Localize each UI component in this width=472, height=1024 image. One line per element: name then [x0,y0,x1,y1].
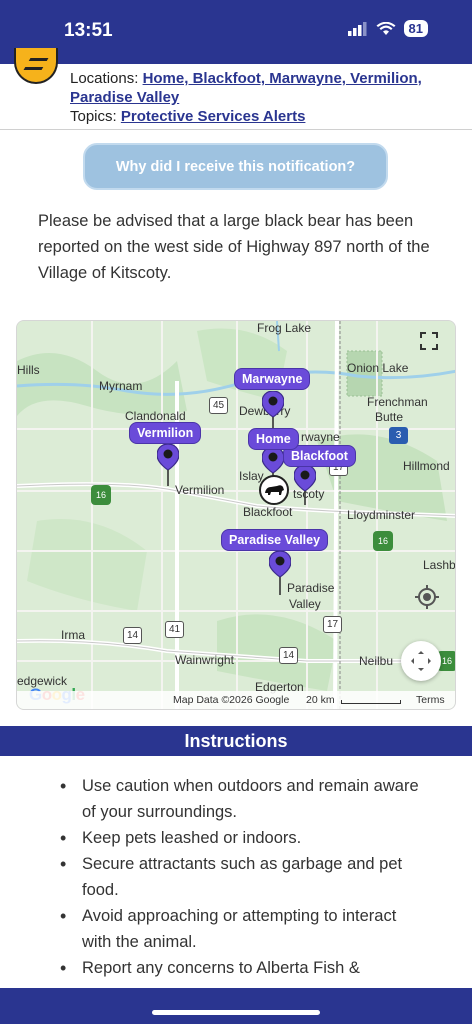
map-scale-bar [341,700,401,704]
status-bar: 13:51 81 [0,0,472,64]
highway-16-east: 16 [373,531,393,551]
pin-vermilion[interactable] [157,444,179,486]
place-frog-lake: Frog Lake [257,321,312,335]
status-icons: 81 [347,20,428,37]
pin-marwayne[interactable] [262,391,284,431]
place-irma: Irma [61,628,85,642]
topics-link[interactable]: Protective Services Alerts [121,108,306,125]
battery-indicator: 81 [403,20,428,37]
topics-label: Topics: [70,108,117,125]
place-marwayne: rwayne [301,430,340,444]
place-blackfoot: Blackfoot [243,505,293,519]
fullscreen-icon [420,332,438,350]
location-target-icon [415,585,439,609]
place-lashburn: Lashb [423,558,456,572]
pin-paradise-valley[interactable] [269,551,291,595]
signal-icon [347,21,367,36]
my-location-button[interactable] [413,583,441,611]
instructions-list: Use caution when outdoors and remain awa… [60,773,430,981]
place-frenchman: Frenchman [367,395,428,409]
pin-label-home[interactable]: Home [248,428,299,450]
pan-arrows-icon [411,651,431,671]
wifi-icon [376,21,396,35]
instruction-item: Secure attractants such as garbage and p… [60,851,430,903]
alert-map[interactable]: Frog Lake Onion Lake Hills Myrnam Clando… [16,320,456,710]
instruction-item: Keep pets leashed or indoors. [60,825,430,851]
map-data-attribution: Map Data ©2026 Google [173,694,290,706]
pin-label-paradise-valley[interactable]: Paradise Valley [221,529,329,551]
locations-link-paradise-valley[interactable]: Paradise Valley [70,89,179,106]
highway-45: 45 [209,397,228,414]
place-onion-lake: Onion Lake [347,361,409,375]
locations-line: Locations: Home, Blackfoot, Marwayne, Ve… [70,70,422,87]
place-paradise: Paradise [287,581,335,595]
notification-meta: Locations: Home, Blackfoot, Marwayne, Ve… [0,48,472,130]
map-pan-button[interactable] [401,641,441,681]
topics-line: Topics: Protective Services Alerts [70,108,305,125]
highway-3: 3 [389,427,408,444]
pin-label-marwayne[interactable]: Marwayne [234,368,311,390]
map-scale-label: 20 km [306,694,335,706]
highway-14-west: 14 [123,627,142,644]
place-hillmond: Hillmond [403,459,450,473]
instruction-item: Report any concerns to Alberta Fish & [60,955,430,981]
alert-message: Please be advised that a large black bea… [38,212,430,282]
place-butte: Butte [375,410,404,424]
pin-blackfoot[interactable] [294,465,316,505]
place-valley: Valley [289,597,321,611]
place-neilburg: Neilbu [359,654,394,668]
highway-41: 41 [165,621,184,638]
pin-label-vermilion[interactable]: Vermilion [129,422,202,444]
bottom-bar [0,988,472,1024]
why-notification-button[interactable]: Why did I receive this notification? [83,143,388,190]
map-footer: Map Data ©2026 Google 20 km Terms [17,691,455,709]
place-clandonald: Clandonald [125,409,186,423]
highway-16-west: 16 [91,485,111,505]
place-hills: Hills [17,363,40,377]
place-vermilion: Vermilion [175,483,225,497]
locations-link[interactable]: Home, Blackfoot, Marwayne, Vermilion, [143,70,422,87]
bear-marker-icon[interactable] [258,474,290,506]
highway-17-south: 17 [323,616,342,633]
fullscreen-button[interactable] [417,329,441,353]
highway-14-east: 14 [279,647,298,664]
app-logo-icon [14,48,58,84]
place-lloydminster: Lloydminster [347,508,416,522]
instruction-item: Avoid approaching or attempting to inter… [60,903,430,955]
locations-line-2: Paradise Valley [70,89,179,106]
place-wainwright: Wainwright [175,653,234,667]
place-myrnam: Myrnam [99,379,143,393]
instruction-item: Use caution when outdoors and remain awa… [60,773,430,825]
status-time: 13:51 [64,20,113,41]
home-indicator[interactable] [152,1010,320,1015]
instructions-header: Instructions [0,726,472,756]
map-terms-link[interactable]: Terms [416,694,445,706]
locations-label: Locations: [70,70,139,87]
